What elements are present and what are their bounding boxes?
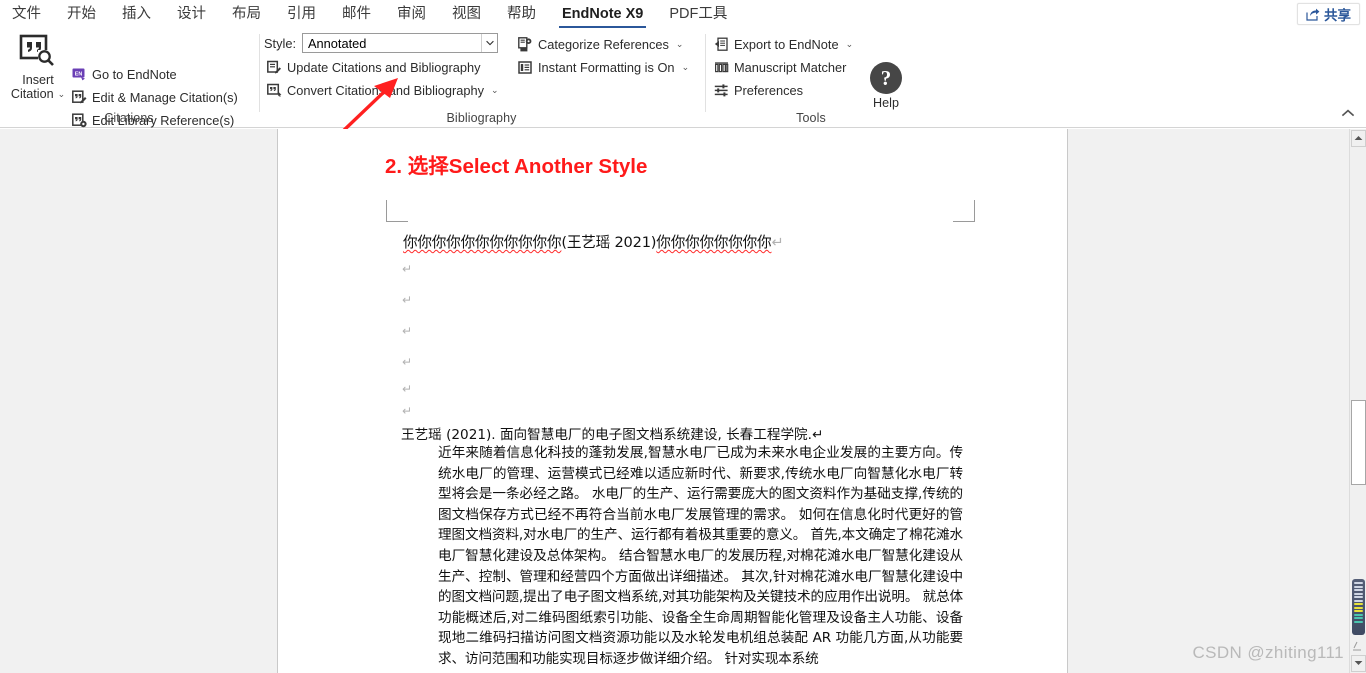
style-value: Annotated xyxy=(308,35,367,51)
insert-citation-icon xyxy=(18,34,58,73)
tab-endnote-x9[interactable]: EndNote X9 xyxy=(549,5,656,28)
tab-mailings[interactable]: 邮件 xyxy=(329,5,384,28)
share-icon xyxy=(1306,8,1320,21)
paragraph-mark: ↵ xyxy=(402,382,413,396)
tab-review[interactable]: 审阅 xyxy=(384,5,439,28)
manuscript-matcher-button[interactable]: Manuscript Matcher xyxy=(714,57,846,77)
help-button[interactable]: ? Help xyxy=(866,62,906,110)
convert-bibliography-icon xyxy=(267,83,282,98)
share-label: 共享 xyxy=(1324,8,1351,23)
vertical-scrollbar[interactable] xyxy=(1349,129,1366,673)
tab-design[interactable]: 设计 xyxy=(164,5,219,28)
chevron-down-icon[interactable]: ⌄ xyxy=(676,39,684,50)
categorize-references-icon xyxy=(518,36,533,52)
chevron-down-icon[interactable]: ⌄ xyxy=(846,39,854,50)
help-icon: ? xyxy=(870,62,902,94)
instant-formatting-button[interactable]: Instant Formatting is On ⌄ xyxy=(518,57,689,77)
chevron-up-icon[interactable] xyxy=(1340,108,1356,122)
tab-pdf-tools[interactable]: PDF工具 xyxy=(656,5,740,28)
citation-text-after: 你你你你你你你你 xyxy=(656,234,772,251)
scroll-up-arrow-icon[interactable] xyxy=(1351,130,1366,147)
chevron-down-icon[interactable] xyxy=(481,34,498,52)
chevron-down-icon[interactable]: ⌄ xyxy=(58,87,66,101)
scroll-down-arrow-icon[interactable] xyxy=(1351,655,1366,672)
tab-view[interactable]: 视图 xyxy=(439,5,494,28)
svg-text:EN: EN xyxy=(75,71,83,77)
instant-formatting-icon xyxy=(518,60,533,75)
categorize-references-button[interactable]: Categorize References ⌄ xyxy=(518,34,683,54)
endnote-ribbon: Insert Citation ⌄ EN Go to EndNote Edit … xyxy=(0,28,1366,147)
preferences-button[interactable]: Preferences xyxy=(714,80,803,100)
paragraph-mark: ↵ xyxy=(402,324,413,338)
document-page[interactable]: 2. 选择Select Another Style 你你你你你你你你你你你(王艺… xyxy=(277,129,1068,673)
export-to-endnote-label: Export to EndNote xyxy=(734,36,839,52)
endnote-icon: EN xyxy=(72,67,87,82)
paragraph-mark: ↵ xyxy=(402,293,413,307)
paragraph-mark: ↵ xyxy=(402,262,413,276)
paragraph-mark: ↵ xyxy=(402,404,413,418)
tab-home[interactable]: 开始 xyxy=(54,5,109,28)
page-heading: 2. 选择Select Another Style xyxy=(385,155,648,178)
bibliography-entry[interactable]: 王艺瑶 (2021). 面向智慧电厂的电子图文档系统建设, 长春工程学院.↵ xyxy=(401,423,823,443)
insert-citation-label-1: Insert xyxy=(22,73,54,87)
tools-group-label: Tools xyxy=(796,111,826,125)
style-combobox[interactable]: Annotated xyxy=(302,33,499,53)
ribbon-group-citations: Insert Citation ⌄ EN Go to EndNote Edit … xyxy=(0,28,258,128)
tab-layout[interactable]: 布局 xyxy=(219,5,274,28)
tab-insert[interactable]: 插入 xyxy=(109,5,164,28)
update-citations-bibliography-label: Update Citations and Bibliography xyxy=(287,59,481,75)
margin-marker-top-left xyxy=(386,200,408,222)
pilcrow-mark: ↵ xyxy=(771,234,784,251)
style-label: Style: xyxy=(264,35,297,51)
word-window: 文件 开始 插入 设计 布局 引用 邮件 审阅 视图 帮助 EndNote X9… xyxy=(0,0,1366,673)
share-button[interactable]: 共享 xyxy=(1297,3,1360,25)
go-to-endnote-label: Go to EndNote xyxy=(92,66,177,82)
chevron-down-icon[interactable]: ⌄ xyxy=(491,85,499,96)
margin-marker-top-right xyxy=(953,200,975,222)
tab-references[interactable]: 引用 xyxy=(274,5,329,28)
style-selector: Style: Annotated xyxy=(264,33,499,53)
instant-formatting-label: Instant Formatting is On xyxy=(538,59,675,75)
preferences-icon xyxy=(714,83,729,98)
ribbon-tab-strip: 文件 开始 插入 设计 布局 引用 邮件 审阅 视图 帮助 EndNote X9… xyxy=(0,0,1366,28)
preferences-label: Preferences xyxy=(734,82,803,98)
export-to-endnote-button[interactable]: Export to EndNote ⌄ xyxy=(714,34,853,54)
insert-citation-label-2: Citation xyxy=(10,87,54,101)
export-endnote-icon xyxy=(714,37,729,52)
citation-field[interactable]: (王艺瑶 2021) xyxy=(561,234,656,251)
go-to-endnote-button[interactable]: EN Go to EndNote xyxy=(72,64,177,84)
document-canvas: 2. 选择Select Another Style 你你你你你你你你你你你(王艺… xyxy=(0,129,1366,673)
tab-help[interactable]: 帮助 xyxy=(494,5,549,28)
edit-manage-citations-label: Edit & Manage Citation(s) xyxy=(92,89,238,105)
edit-manage-citations-button[interactable]: Edit & Manage Citation(s) xyxy=(72,87,238,107)
manuscript-matcher-label: Manuscript Matcher xyxy=(734,59,847,75)
resize-grip-icon[interactable] xyxy=(1351,640,1365,654)
insert-citation-button[interactable]: Insert Citation ⌄ xyxy=(8,32,68,114)
paragraph-mark: ↵ xyxy=(402,355,413,369)
bibliography-abstract[interactable]: 近年来随着信息化科技的蓬勃发展,智慧水电厂已成为未来水电企业发展的主要方向。传统… xyxy=(438,443,963,670)
citation-paragraph[interactable]: 你你你你你你你你你你你(王艺瑶 2021)你你你你你你你你↵ xyxy=(403,231,784,252)
convert-citations-bibliography-label: Convert Citations and Bibliography xyxy=(287,82,485,98)
update-citations-bibliography-button[interactable]: Update Citations and Bibliography xyxy=(267,57,481,77)
ribbon-group-bibliography: Style: Annotated Update Citations and Bi… xyxy=(260,28,703,128)
bibliography-group-label: Bibliography xyxy=(446,111,517,125)
chevron-down-icon[interactable]: ⌄ xyxy=(682,62,690,73)
help-label: Help xyxy=(873,96,899,110)
update-bibliography-icon xyxy=(267,60,282,75)
page-thumbnail-indicator[interactable] xyxy=(1352,579,1365,635)
edit-citation-icon xyxy=(72,89,87,105)
scroll-thumb[interactable] xyxy=(1351,400,1366,485)
manuscript-matcher-icon xyxy=(714,60,729,75)
citations-group-label: Citations xyxy=(104,111,154,125)
watermark: CSDN @zhiting111 xyxy=(1192,643,1344,662)
convert-citations-bibliography-button[interactable]: Convert Citations and Bibliography ⌄ xyxy=(267,80,499,100)
citation-text-before: 你你你你你你你你你你你 xyxy=(403,234,562,251)
categorize-references-label: Categorize References xyxy=(538,36,669,52)
tab-file[interactable]: 文件 xyxy=(0,5,54,28)
